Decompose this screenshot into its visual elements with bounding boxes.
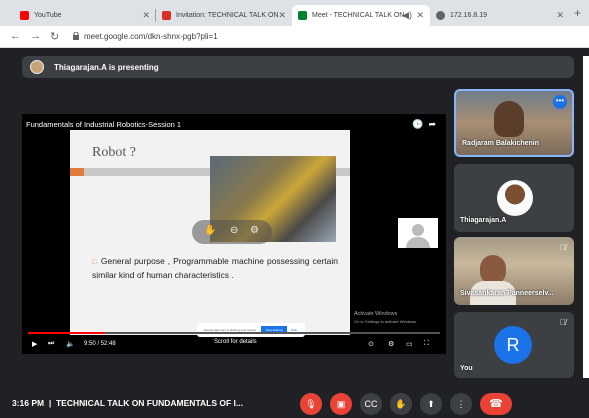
close-icon[interactable]: ✕ — [142, 10, 150, 21]
presenter-controls[interactable]: ✋ ⊖ ⚙ — [192, 220, 272, 244]
meeting-info: 3:16 PM | TECHNICAL TALK ON FUNDAMENTALS… — [12, 398, 243, 408]
back-icon[interactable]: ← — [10, 30, 21, 42]
captions-button[interactable]: CC — [360, 393, 382, 415]
participant-name: Radjaram Balakichenin — [462, 140, 540, 147]
avatar — [30, 60, 44, 74]
volume-icon[interactable]: 🔈 — [66, 340, 75, 348]
meet-bottom-bar: 3:16 PM | TECHNICAL TALK ON FUNDAMENTALS… — [0, 388, 589, 418]
participant-name: Thiagarajan.A — [460, 217, 507, 224]
browser-tab-bar: YouTube ✕ Invitation: TECHNICAL TALK ON … — [0, 0, 589, 26]
url-input[interactable]: meet.google.com/dkn-shnx-pgb?pli=1 — [84, 32, 218, 41]
audio-icon[interactable]: ◀) — [402, 10, 412, 21]
meet-icon — [298, 11, 307, 20]
tab-title: YouTube — [34, 12, 62, 19]
more-options-icon[interactable]: ••• — [553, 95, 567, 109]
mic-toggle-button[interactable]: 🎙 — [300, 393, 322, 415]
participant-tile[interactable]: ••• Radjaram Balakichenin — [454, 89, 574, 157]
camera-off-icon: ▣ — [336, 399, 346, 409]
close-icon[interactable]: ✕ — [416, 10, 424, 21]
gmail-icon — [162, 11, 171, 20]
minus-icon[interactable]: ⊖ — [230, 225, 238, 236]
video-top-icons: 🕓 ➦ — [412, 119, 436, 130]
leave-call-button[interactable]: ☎ — [480, 393, 512, 415]
video-controls: ▶ ⏭ 🔈 9:50 / 52:48 Scroll for details ⊙ … — [28, 339, 440, 354]
fullscreen-icon[interactable]: ⛶ — [424, 340, 429, 348]
slide-title: Robot ? — [92, 145, 136, 160]
tab-title: Meet - TECHNICAL TALK ON — [312, 12, 405, 19]
participant-name: Sivasankaran Panneerselv... — [460, 290, 554, 297]
settings-icon[interactable]: ⚙ — [388, 340, 394, 348]
settings-icon[interactable]: ⚙ — [250, 225, 259, 236]
presenting-banner: Thiagarajan.A is presenting — [22, 56, 574, 78]
video-progress-bar[interactable] — [28, 332, 440, 334]
next-icon[interactable]: ⏭ — [48, 340, 54, 348]
raise-hand-button[interactable]: ✋ — [390, 393, 412, 415]
slide-accent-bar — [70, 168, 84, 176]
mic-off-icon: 🎙̸ — [560, 243, 566, 252]
activate-windows-watermark: Activate Windows Go to Settings to activ… — [354, 311, 417, 325]
video-time: 9:50 / 52:48 — [84, 341, 116, 347]
tab-ip[interactable]: 172.16.8.19 ✕ — [430, 5, 570, 26]
sharing-popup: meet.google.com is sharing your screen. … — [197, 323, 305, 337]
tab-title: 172.16.8.19 — [450, 12, 487, 19]
meeting-title: TECHNICAL TALK ON FUNDAMENTALS OF I... — [55, 398, 243, 408]
slide-body: General purpose , Programmable machine p… — [92, 255, 338, 282]
new-tab-button[interactable]: + — [574, 6, 581, 20]
scroll-hint[interactable]: Scroll for details — [214, 339, 257, 345]
tab-youtube[interactable]: YouTube ✕ — [14, 5, 156, 26]
mic-off-icon: 🎙 — [305, 399, 317, 409]
avatar: R — [494, 326, 532, 364]
present-icon: ⬆ — [427, 399, 435, 409]
hand-icon: ✋ — [395, 399, 407, 409]
forward-icon[interactable]: → — [30, 30, 41, 42]
close-icon[interactable]: ✕ — [556, 10, 564, 21]
progress-fill — [28, 332, 105, 334]
more-vert-icon: ⋮ — [456, 399, 466, 409]
participant-name: You — [460, 365, 473, 372]
participant-tile[interactable]: 🎙̸ Sivasankaran Panneerselv... — [454, 237, 574, 305]
more-options-button[interactable]: ⋮ — [450, 393, 472, 415]
separator: | — [48, 398, 52, 408]
autoplay-icon[interactable]: ⊙ — [368, 340, 374, 348]
participant-video — [494, 101, 524, 137]
shared-screen: Fundamentals of Industrial Robotics-Sess… — [22, 114, 446, 354]
activate-title: Activate Windows — [354, 311, 398, 317]
lock-icon — [73, 32, 79, 40]
present-button[interactable]: ⬆ — [420, 393, 442, 415]
youtube-icon — [20, 11, 29, 20]
mic-off-icon: 🎙̸ — [560, 318, 566, 327]
phone-hangup-icon: ☎ — [489, 398, 503, 410]
clock-time: 3:16 PM — [12, 398, 45, 408]
play-icon[interactable]: ▶ — [32, 340, 37, 348]
reload-icon[interactable]: ↻ — [50, 30, 59, 43]
tab-title: Invitation: TECHNICAL TALK ON — [176, 12, 279, 19]
tab-invitation[interactable]: Invitation: TECHNICAL TALK ON ✕ — [156, 5, 292, 26]
activate-subtitle: Go to Settings to activate Windows. — [354, 319, 418, 324]
tab-meet[interactable]: Meet - TECHNICAL TALK ON ◀) ✕ — [292, 5, 430, 26]
share-icon[interactable]: ➦ — [428, 119, 436, 129]
participant-tile-self[interactable]: 🎙̸ R You — [454, 312, 574, 378]
scrollbar[interactable] — [583, 56, 589, 378]
camera-toggle-button[interactable]: ▣ — [330, 393, 352, 415]
presenting-label: Thiagarajan.A is presenting — [54, 62, 159, 72]
cast-icon[interactable]: ▭ — [406, 340, 413, 348]
captions-icon: CC — [364, 399, 378, 409]
participant-tile[interactable]: Thiagarajan.A — [454, 164, 574, 232]
globe-icon — [436, 11, 445, 20]
address-bar: ← → ↻ meet.google.com/dkn-shnx-pgb?pli=1 — [0, 26, 589, 48]
pin-icon[interactable]: ✋ — [204, 225, 216, 236]
avatar — [497, 180, 533, 216]
video-title: Fundamentals of Industrial Robotics-Sess… — [26, 120, 182, 129]
close-icon[interactable]: ✕ — [278, 10, 286, 21]
clock-icon[interactable]: 🕓 — [412, 119, 423, 129]
self-view-thumbnail — [398, 218, 438, 248]
